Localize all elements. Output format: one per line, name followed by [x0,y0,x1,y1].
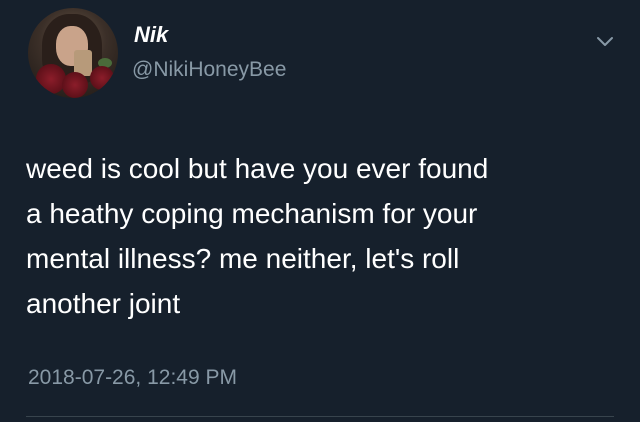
tweet-timestamp[interactable]: 2018-07-26, 12:49 PM [28,366,237,390]
avatar-rose [36,64,66,94]
avatar-rose [90,66,114,90]
tweet-text: weed is cool but have you ever found a h… [26,153,489,319]
chevron-down-icon[interactable] [594,30,616,52]
display-name[interactable]: Nik [134,22,168,48]
avatar[interactable] [28,8,118,98]
tweet-card: Nik @NikiHoneyBee weed is cool but have … [0,0,640,422]
user-handle[interactable]: @NikiHoneyBee [132,58,286,82]
divider [26,416,614,417]
avatar-rose [62,72,88,98]
